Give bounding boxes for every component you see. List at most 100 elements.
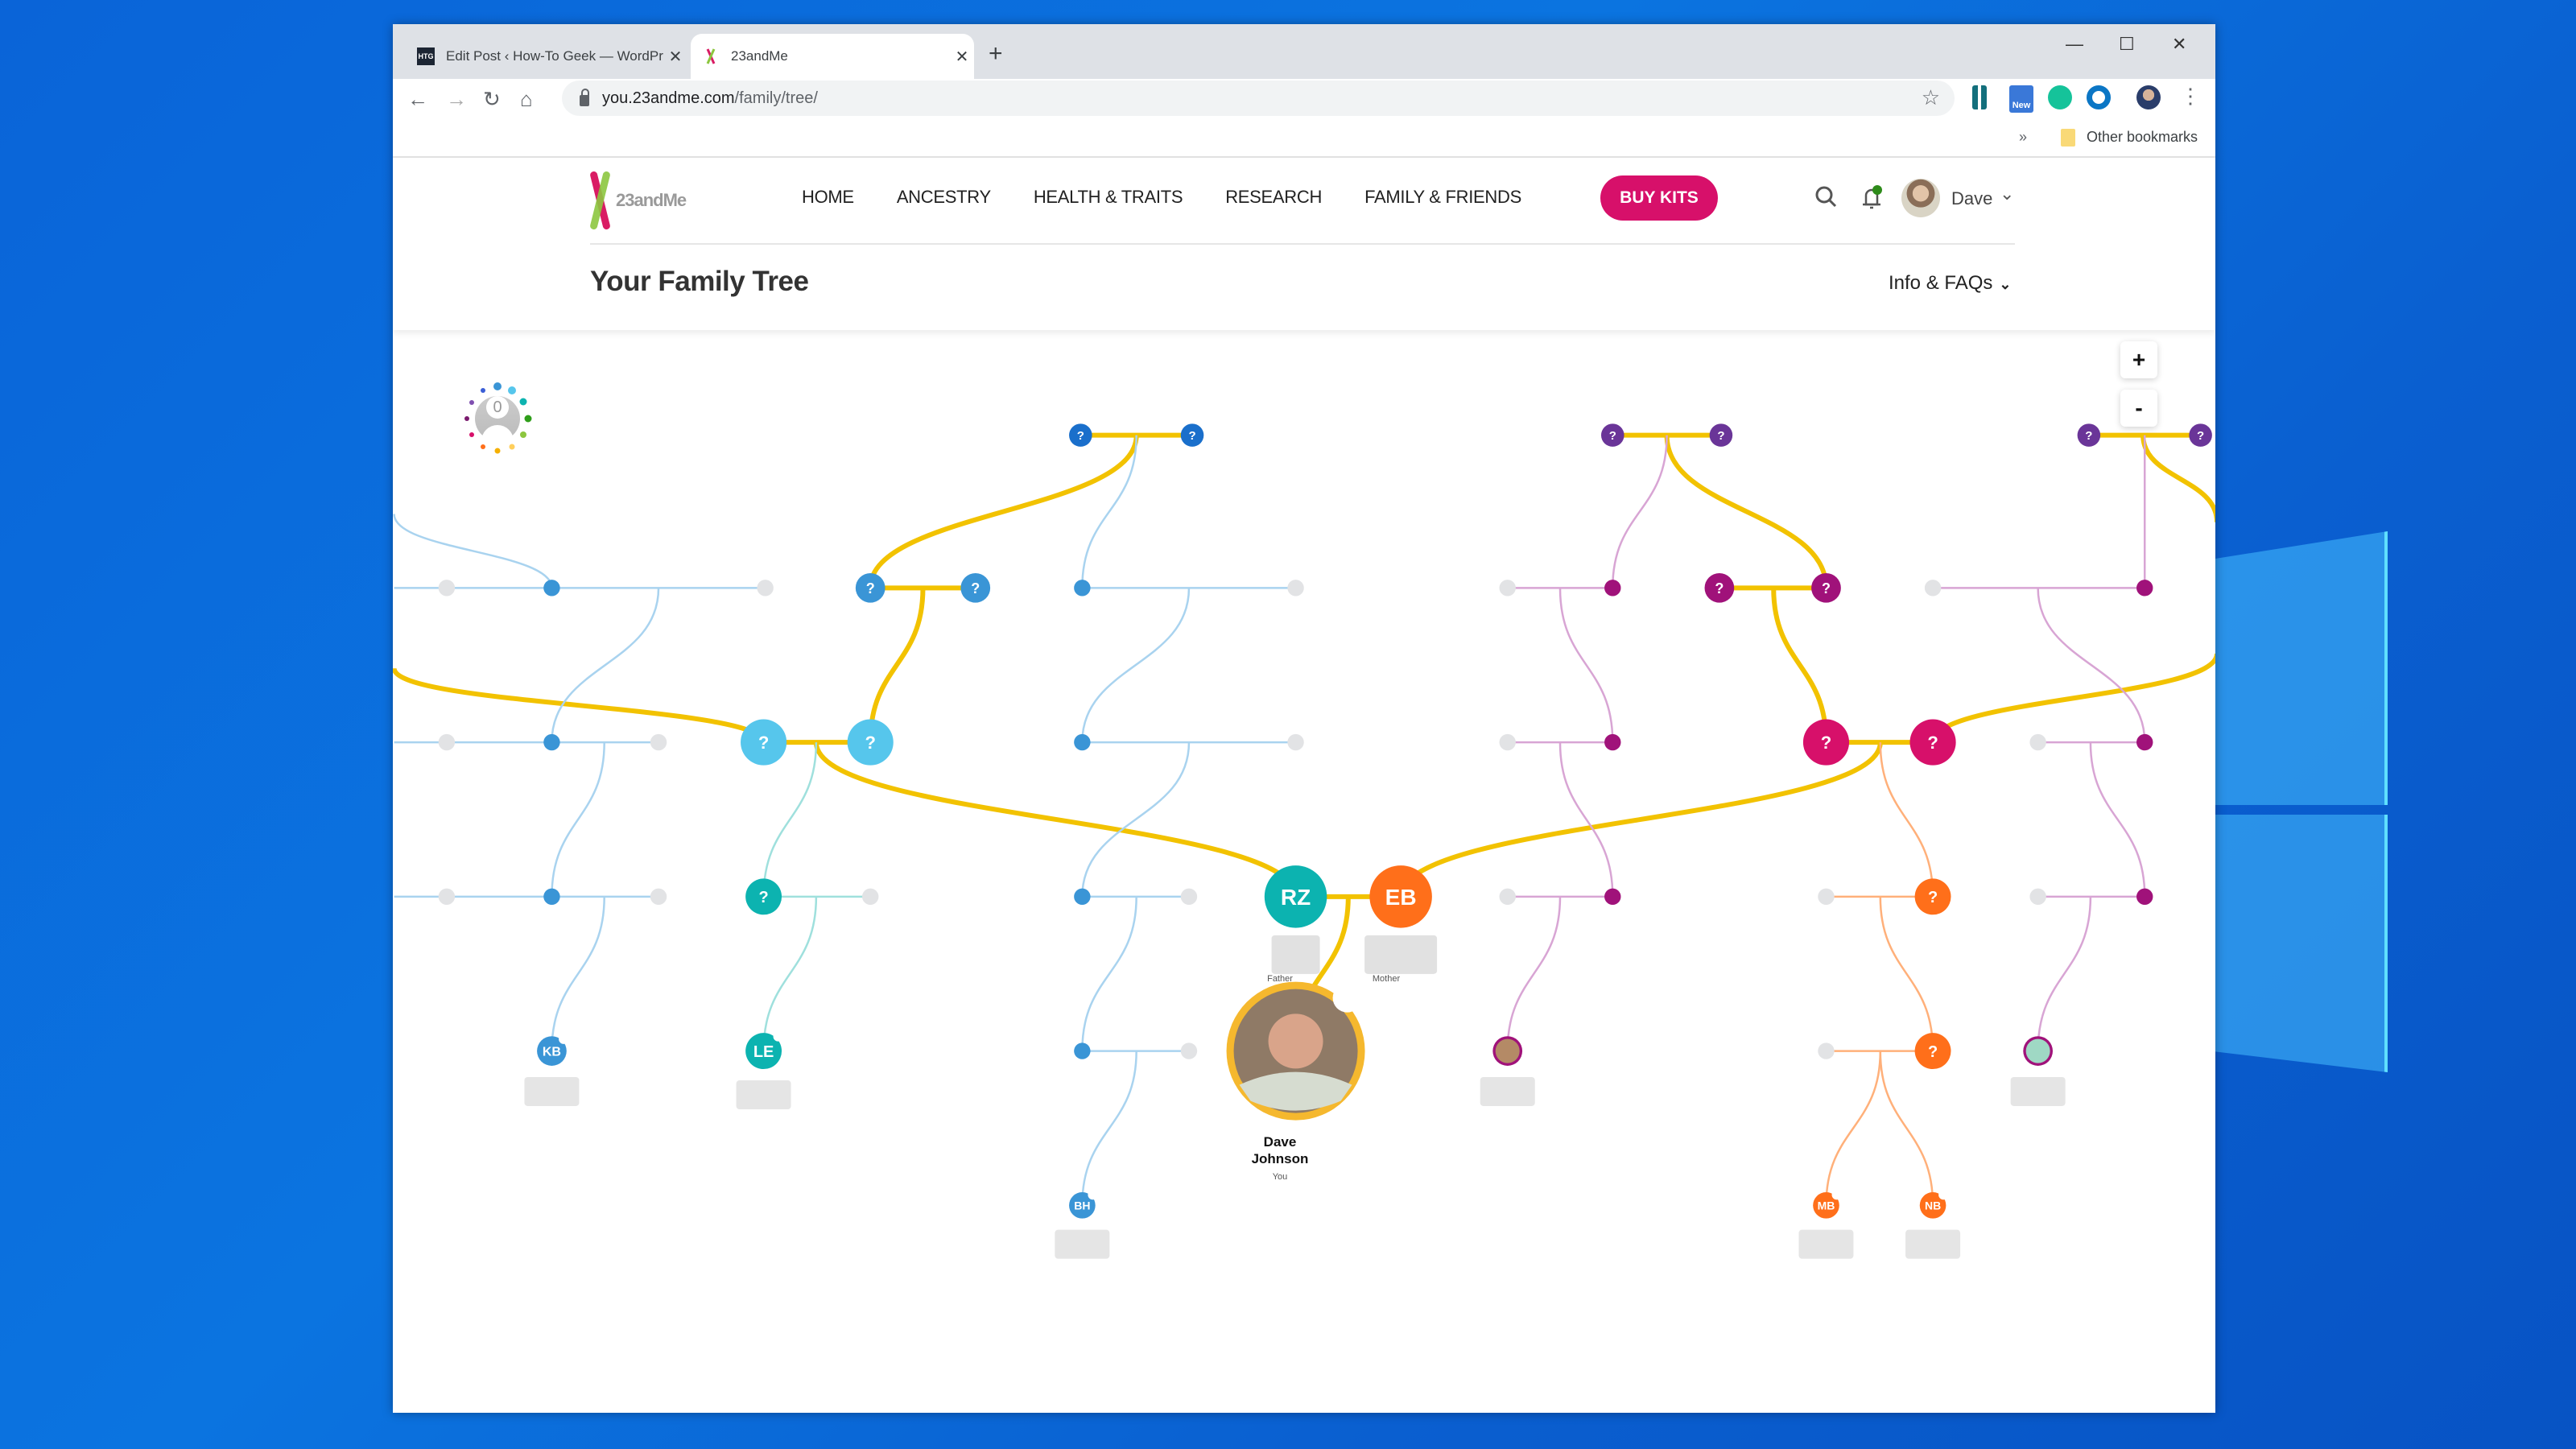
unknown-ancestor-node-label[interactable]: ? <box>1717 429 1724 443</box>
relative-node[interactable] <box>2136 733 2153 751</box>
empty-node[interactable] <box>1499 580 1516 597</box>
nav-ancestry[interactable]: ANCESTRY <box>897 187 991 208</box>
blurred-name <box>1480 1076 1535 1106</box>
empty-node[interactable] <box>1287 580 1304 597</box>
unknown-grandparent-node-label[interactable]: ? <box>1821 733 1831 753</box>
empty-node[interactable] <box>1287 733 1304 751</box>
unknown-ancestor-node-label[interactable]: ? <box>2085 429 2092 443</box>
unknown-ancestor-node-label[interactable]: ? <box>1188 429 1195 443</box>
empty-node[interactable] <box>2029 733 2046 751</box>
zoom-out-button[interactable]: - <box>2120 390 2157 427</box>
unknown-ancestor-node-label[interactable]: ? <box>1822 580 1831 597</box>
relative-node-label[interactable]: KB <box>543 1045 561 1059</box>
address-bar[interactable]: you.23andme.com/family/tree/ ☆ <box>562 80 1955 116</box>
menu-kebab-icon[interactable]: ⋮ <box>2180 84 2201 109</box>
empty-node[interactable] <box>1499 888 1516 906</box>
relative-node[interactable] <box>1074 733 1091 751</box>
empty-node[interactable] <box>1818 888 1835 906</box>
notification-bell-icon[interactable] <box>1860 185 1884 217</box>
relative-node[interactable] <box>1074 580 1091 597</box>
tab-23andme[interactable]: 23andMe ✕ <box>691 34 974 79</box>
buy-kits-button[interactable]: BUY KITS <box>1600 175 1718 221</box>
nav-family-friends[interactable]: FAMILY & FRIENDS <box>1364 187 1521 208</box>
relative-node[interactable] <box>1074 888 1091 906</box>
other-bookmarks-link[interactable]: Other bookmarks <box>2087 129 2198 146</box>
empty-node[interactable] <box>757 580 774 597</box>
unknown-ancestor-node-label[interactable]: ? <box>1715 580 1724 597</box>
close-icon[interactable]: ✕ <box>950 47 974 67</box>
unknown-relative-node-label[interactable]: ? <box>758 889 768 906</box>
empty-node[interactable] <box>2029 888 2046 906</box>
unknown-ancestor-node-label[interactable]: ? <box>866 580 875 597</box>
extension-ring-icon[interactable] <box>2087 85 2111 109</box>
nav-home[interactable]: HOME <box>802 187 854 208</box>
relative-node[interactable] <box>1604 733 1621 751</box>
relative-node-label[interactable]: NB <box>1925 1199 1941 1212</box>
chevron-down-icon[interactable]: ⌄ <box>2000 184 2014 204</box>
shared-dna-indicator[interactable]: 0 <box>457 378 538 459</box>
unknown-relative-node-label[interactable]: ? <box>1928 889 1938 906</box>
extension-new-icon[interactable]: New <box>2009 85 2033 113</box>
unknown-grandparent-node-label[interactable]: ? <box>758 733 769 753</box>
unknown-grandparent-node-label[interactable]: ? <box>1927 733 1938 753</box>
user-avatar[interactable] <box>1901 179 1940 217</box>
empty-node[interactable] <box>862 888 879 906</box>
zoom-in-button[interactable]: + <box>2120 341 2157 378</box>
family-tree-canvas[interactable]: 0 + - ????????????????? RZ EB KB LE BH MB NB Da… <box>393 330 2215 1413</box>
mother-node-label[interactable]: EB <box>1385 885 1417 910</box>
reload-icon[interactable]: ↻ <box>483 87 501 112</box>
relative-node[interactable] <box>1604 888 1621 906</box>
tab-edit-post[interactable]: HTG Edit Post ‹ How-To Geek — WordPress … <box>406 34 687 79</box>
23andme-logo[interactable]: 23andMe <box>589 169 703 233</box>
window-close-button[interactable]: ✕ <box>2172 34 2186 55</box>
relative-link <box>1825 1051 1882 1206</box>
relative-node-label[interactable]: MB <box>1818 1199 1835 1212</box>
unknown-grandparent-node-label[interactable]: ? <box>865 733 875 753</box>
relative-node[interactable] <box>1074 1042 1091 1059</box>
grammarly-icon[interactable] <box>2048 85 2072 109</box>
bookmark-star-icon[interactable]: ☆ <box>1922 85 1940 110</box>
lineage-link <box>1398 741 1883 898</box>
forward-icon[interactable]: → <box>446 87 467 112</box>
relative-link <box>1879 896 1934 1051</box>
relative-node-label[interactable]: LE <box>753 1043 774 1061</box>
maximize-button[interactable]: ☐ <box>2119 34 2135 55</box>
empty-node[interactable] <box>650 888 667 906</box>
back-icon[interactable]: ← <box>407 87 428 112</box>
empty-node[interactable] <box>438 580 456 597</box>
relative-node-label[interactable]: BH <box>1074 1199 1090 1212</box>
empty-node[interactable] <box>1924 580 1942 597</box>
new-tab-button[interactable]: + <box>989 40 1003 68</box>
relative-node[interactable] <box>543 580 560 597</box>
relative-node[interactable] <box>2136 888 2153 906</box>
relative-node[interactable] <box>1604 580 1621 597</box>
mother-relation: Mother <box>1372 974 1401 984</box>
close-icon[interactable]: ✕ <box>663 47 687 67</box>
unknown-ancestor-node-label[interactable]: ? <box>1077 429 1084 443</box>
relative-node[interactable] <box>2136 580 2153 597</box>
user-name[interactable]: Dave <box>1951 188 1992 209</box>
home-icon[interactable]: ⌂ <box>520 87 533 112</box>
minimize-button[interactable]: — <box>2066 34 2083 55</box>
nav-research[interactable]: RESEARCH <box>1225 187 1322 208</box>
profile-avatar-icon[interactable] <box>2136 85 2161 109</box>
unknown-relative-node-label[interactable]: ? <box>1928 1043 1938 1061</box>
empty-node[interactable] <box>1180 888 1198 906</box>
search-icon[interactable] <box>1814 185 1837 213</box>
unknown-ancestor-node-label[interactable]: ? <box>2197 429 2204 443</box>
unknown-ancestor-node-label[interactable]: ? <box>1609 429 1616 443</box>
empty-node[interactable] <box>438 888 456 906</box>
relative-node[interactable] <box>543 888 560 906</box>
empty-node[interactable] <box>438 733 456 751</box>
father-node-label[interactable]: RZ <box>1281 885 1311 910</box>
extension-icon[interactable] <box>1972 85 1987 109</box>
relative-node[interactable] <box>543 733 560 751</box>
empty-node[interactable] <box>1180 1042 1198 1059</box>
bookmarks-overflow-button[interactable]: » <box>2019 129 2027 146</box>
info-faqs-dropdown[interactable]: Info & FAQs ⌄ <box>1889 272 2011 295</box>
unknown-ancestor-node-label[interactable]: ? <box>971 580 980 597</box>
nav-health-traits[interactable]: HEALTH & TRAITS <box>1034 187 1183 208</box>
empty-node[interactable] <box>650 733 667 751</box>
empty-node[interactable] <box>1499 733 1516 751</box>
empty-node[interactable] <box>1818 1042 1835 1059</box>
